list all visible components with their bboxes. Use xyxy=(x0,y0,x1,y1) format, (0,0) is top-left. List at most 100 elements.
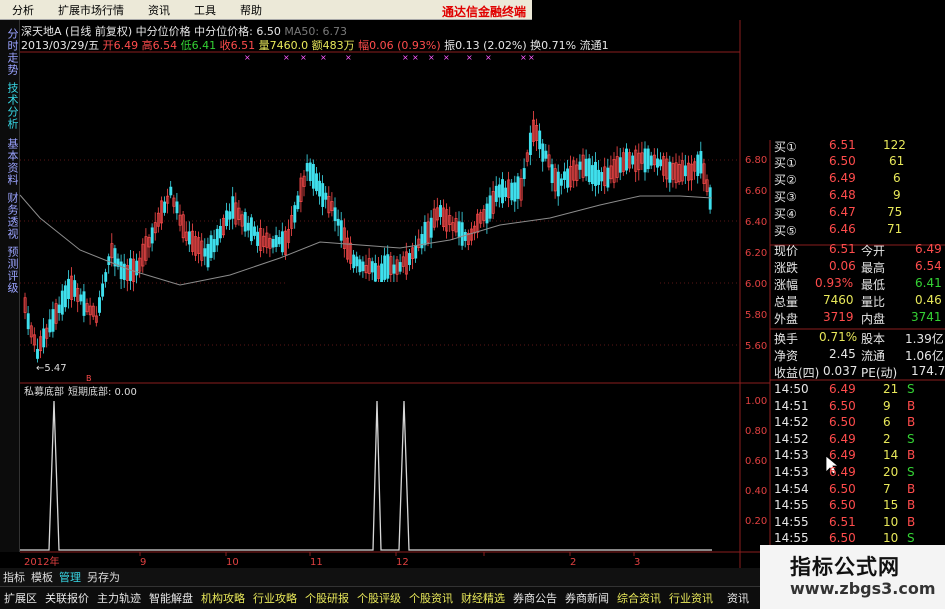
tick-time: 14:55 xyxy=(774,514,809,529)
svg-text:×: × xyxy=(300,53,307,62)
low-value: 6.41 xyxy=(191,39,217,52)
tick-row: 14:51 6.50 9 B xyxy=(771,399,945,415)
svg-text:×: × xyxy=(345,53,352,62)
vol-label: 量 xyxy=(258,39,270,52)
tick-volume: 9 xyxy=(883,398,891,413)
ext-tab[interactable]: 综合资讯 xyxy=(613,590,665,606)
svg-text:10: 10 xyxy=(226,557,239,568)
svg-text:×: × xyxy=(520,53,527,62)
stat-row: 换手 0.71% 股本 1.39亿 xyxy=(774,330,944,346)
bar-date: 2013/03/29/五 xyxy=(21,39,100,52)
tick-side: B xyxy=(907,514,916,529)
svg-text:×: × xyxy=(283,53,290,62)
svg-text:1.00: 1.00 xyxy=(745,396,767,407)
ext-tab[interactable]: 主力轨迹 xyxy=(93,590,145,606)
turn-label: 换 xyxy=(530,39,542,52)
svg-text:×: × xyxy=(428,53,435,62)
tab-indicator[interactable]: 指标 xyxy=(0,569,28,585)
tick-time: 14:52 xyxy=(774,415,809,430)
svg-text:6.40: 6.40 xyxy=(745,217,767,228)
ext-tab[interactable]: 行业攻略 xyxy=(249,590,301,606)
svg-text:2012年: 2012年 xyxy=(24,555,59,568)
high-label: 高 xyxy=(141,39,153,52)
ext-tab[interactable]: 券商公告 xyxy=(509,590,561,606)
sub-chart-title: 私募底部 xyxy=(24,385,64,398)
chg-label: 幅 xyxy=(358,39,370,52)
stat-row: 现价 6.51 今开 6.49 xyxy=(774,242,942,258)
svg-text:×: × xyxy=(320,53,327,62)
float-label: 流通1 xyxy=(579,39,609,52)
tick-row: 14:55 6.51 10 B xyxy=(771,515,945,531)
quote-panel: 买① 6.51 122 买① 6.50 61 买② 6.49 6 买③ 6.48 9 买④ 6.4… xyxy=(771,138,945,550)
ext-tab[interactable]: 智能解盘 xyxy=(145,590,197,606)
tick-volume: 20 xyxy=(883,465,899,479)
svg-text:5.80: 5.80 xyxy=(745,310,767,321)
low-label: 低 xyxy=(180,39,192,52)
tick-volume: 10 xyxy=(883,531,899,546)
tab-manage[interactable]: 管理 xyxy=(56,569,84,585)
ext-tab[interactable]: 个股资讯 xyxy=(405,590,457,606)
tick-price: 6.49 xyxy=(829,382,856,396)
bid-row: 买① 6.50 61 xyxy=(774,154,905,170)
open-value: 6.49 xyxy=(113,39,139,52)
ext-tab[interactable]: 机构攻略 xyxy=(197,590,249,606)
x-axis: 2012年 9 10 11 12 2 3 xyxy=(24,555,640,568)
price-axis: 6.80 6.60 6.40 6.20 6.00 5.80 5.60 xyxy=(745,155,767,352)
watermark: 指标公式网 www.zbgs3.com xyxy=(760,545,945,609)
indicator-toolbar: 指标 模板 管理 另存为 xyxy=(0,568,760,586)
ext-tab[interactable]: 行业资讯 xyxy=(665,590,717,606)
turn-value: 0.71% xyxy=(541,39,577,52)
svg-text:6.00: 6.00 xyxy=(745,279,767,290)
tick-row: 14:54 6.50 7 B xyxy=(771,482,945,498)
tick-volume: 10 xyxy=(883,514,899,529)
tick-side: S xyxy=(907,382,915,396)
watermark-title: 指标公式网 xyxy=(790,555,900,579)
svg-text:6.80: 6.80 xyxy=(745,155,767,166)
vol-value: 7460.0 xyxy=(269,39,309,52)
ext-tab[interactable]: 关联报价 xyxy=(41,590,93,606)
stat-row: 涨跌 0.06 最高 6.54 xyxy=(774,259,942,275)
svg-text:9: 9 xyxy=(140,557,146,568)
close-label: 收 xyxy=(219,39,231,52)
svg-text:×: × xyxy=(485,53,492,62)
watermark-url: www.zbgs3.com xyxy=(790,579,936,598)
stat-row: 收益(四) 0.037 PE(动) 174.7 xyxy=(774,364,945,380)
x-axis-ticks xyxy=(139,552,635,556)
stat-row: 涨幅 0.93% 最低 6.41 xyxy=(774,276,942,292)
tick-time: 14:53 xyxy=(774,465,809,479)
tick-side: S xyxy=(907,531,915,546)
tick-price: 6.49 xyxy=(829,448,856,463)
tick-price: 6.50 xyxy=(829,531,856,546)
tab-template[interactable]: 模板 xyxy=(28,569,56,585)
svg-text:0.80: 0.80 xyxy=(745,426,767,437)
ext-tab[interactable]: 财经精选 xyxy=(457,590,509,606)
ext-tab[interactable]: 个股研报 xyxy=(301,590,353,606)
tick-side: B xyxy=(907,498,916,513)
mask-block xyxy=(286,282,658,326)
tick-side: B xyxy=(907,415,916,430)
svg-text:0.60: 0.60 xyxy=(745,456,767,467)
bar-info-line: 2013/03/29/五 开6.49 高6.54 低6.41 收6.51 量74… xyxy=(21,37,609,53)
svg-text:6.60: 6.60 xyxy=(745,186,767,197)
ext-tab[interactable]: 券商新闻 xyxy=(561,590,613,606)
blank-area xyxy=(532,0,945,140)
ext-tab[interactable]: 扩展区 xyxy=(0,590,41,606)
tick-volume: 14 xyxy=(883,448,899,463)
bid-row: 买④ 6.47 75 xyxy=(774,205,903,221)
chg-value: 0.06 (0.93%) xyxy=(369,39,441,52)
tick-time: 14:53 xyxy=(774,448,809,463)
open-label: 开 xyxy=(102,39,114,52)
amt-label: 额 xyxy=(311,39,323,52)
svg-text:0.20: 0.20 xyxy=(745,516,767,527)
amp-value: 0.13 (2.02%) xyxy=(455,39,527,52)
b-marker: B xyxy=(86,374,92,383)
stat-row: 净资 2.45 流通 1.06亿 xyxy=(774,347,944,363)
signal-markers: × × × × × × × × × × × × × xyxy=(244,53,535,62)
svg-text:×: × xyxy=(402,53,409,62)
svg-text:×: × xyxy=(466,53,473,62)
tab-save-as[interactable]: 另存为 xyxy=(84,569,123,585)
news-tab[interactable]: 资讯 xyxy=(727,590,749,606)
tick-row: 14:53 6.49 20 S xyxy=(771,465,945,481)
stat-row: 总量 7460 量比 0.46 xyxy=(774,293,942,309)
ext-tab[interactable]: 个股评级 xyxy=(353,590,405,606)
